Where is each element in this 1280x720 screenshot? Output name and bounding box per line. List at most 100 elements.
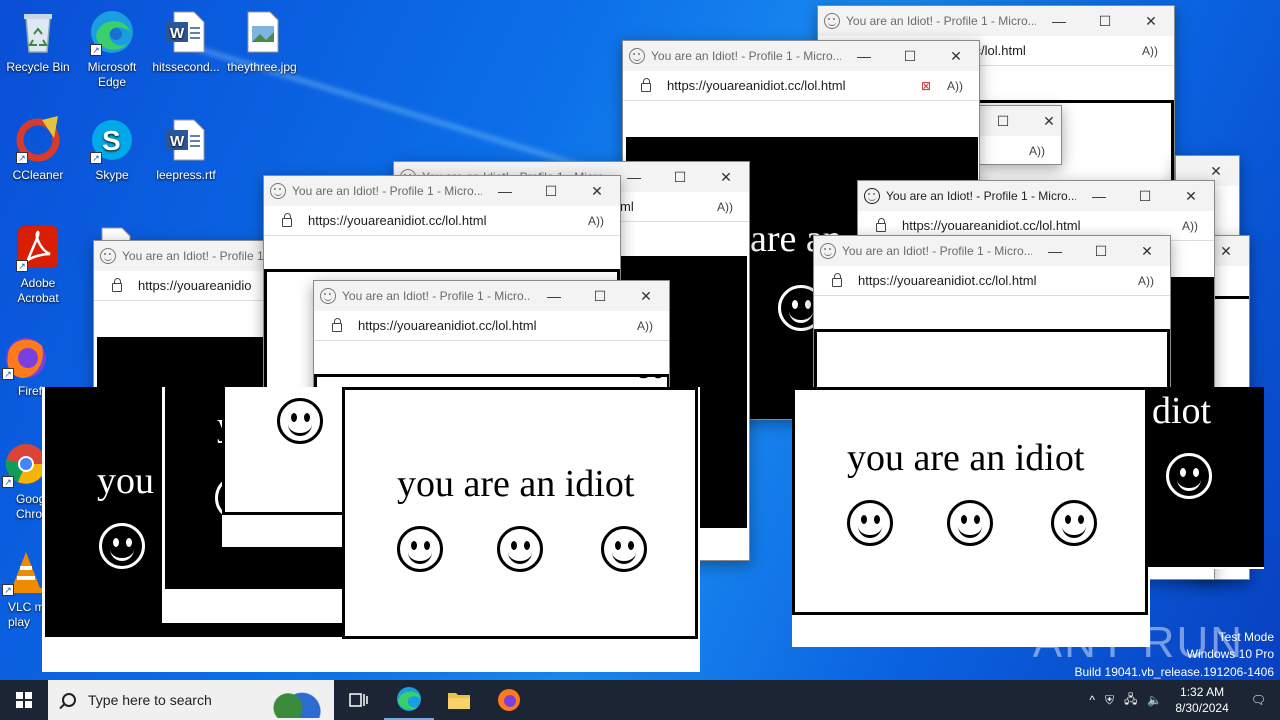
desktop-icon-acrobat[interactable]: ↗ Adobe Acrobat bbox=[0, 224, 76, 306]
browser-page-layer: you are an idiot bbox=[792, 387, 1150, 647]
volume-icon[interactable]: 🔈 bbox=[1142, 693, 1167, 707]
maximize-button[interactable]: ☐ bbox=[1078, 243, 1124, 260]
close-button[interactable]: ✕ bbox=[1128, 13, 1174, 30]
smiley-face-icon bbox=[99, 523, 145, 569]
window-titlebar[interactable]: You are an Idiot! - Profile 1 - Micro...… bbox=[264, 176, 620, 206]
window-titlebar[interactable]: You are an Idiot! - Profile 1 - Micro...… bbox=[818, 6, 1174, 36]
start-button[interactable] bbox=[0, 680, 48, 720]
address-url[interactable]: https://youareanidiot.cc/lol.html bbox=[308, 213, 588, 228]
browser-window[interactable]: You are an Idiot! - Profile 1 - Micro...… bbox=[813, 235, 1171, 395]
address-bar[interactable]: https://youareanidiot.cc/lol.html A)) bbox=[814, 266, 1170, 296]
maximize-button[interactable]: ☐ bbox=[1082, 13, 1128, 30]
desktop-icon-chrome[interactable]: ↗ Goog Chrom bbox=[0, 440, 48, 522]
firefox-icon bbox=[498, 689, 520, 711]
minimize-button[interactable]: — bbox=[1076, 188, 1122, 204]
desktop-icon-label: Recycle Bin bbox=[6, 60, 70, 74]
firefox-icon: ↗ bbox=[0, 332, 48, 380]
address-url[interactable]: ml bbox=[620, 199, 717, 214]
maximize-button[interactable]: ☐ bbox=[577, 288, 623, 305]
lock-icon bbox=[641, 78, 651, 92]
desktop-icon-label: Microsoft Edge bbox=[87, 60, 137, 89]
browser-page-layer bbox=[222, 387, 352, 547]
close-button[interactable]: ✕ bbox=[1124, 243, 1170, 260]
smiley-face-icon bbox=[1166, 453, 1212, 499]
read-aloud-icon[interactable]: A)) bbox=[1029, 144, 1045, 158]
desktop-icon-firefox[interactable]: ↗ Firef bbox=[0, 332, 48, 399]
address-bar[interactable]: https://youareanidiot.cc/lol.html A)) bbox=[314, 311, 669, 341]
desktop-icon-jpg[interactable]: theythree.jpg bbox=[224, 8, 300, 75]
browser-page-layer: you are an idiot bbox=[342, 387, 700, 672]
minimize-button[interactable]: — bbox=[841, 48, 887, 64]
file-explorer-button[interactable] bbox=[434, 680, 484, 720]
desktop-icon-word-doc[interactable]: W hitssecond... bbox=[148, 8, 224, 75]
smiley-favicon-icon bbox=[320, 288, 336, 304]
close-button[interactable]: ✕ bbox=[1168, 188, 1214, 205]
close-button[interactable]: ✕ bbox=[703, 169, 749, 186]
clock[interactable]: 1:32 AM 8/30/2024 bbox=[1167, 684, 1236, 716]
window-title: You are an Idiot! - Profile 1 - Micro... bbox=[846, 14, 1036, 28]
read-aloud-icon[interactable]: A)) bbox=[947, 79, 963, 93]
edge-icon: ↗ bbox=[88, 8, 136, 56]
close-button[interactable]: ✕ bbox=[623, 288, 669, 305]
address-bar[interactable]: https://youareanidiot.cc/lol.html A)) bbox=[264, 206, 620, 236]
read-aloud-icon[interactable]: A)) bbox=[1138, 274, 1154, 288]
idiot-text: you are an idiot bbox=[397, 463, 635, 505]
smiley-favicon-icon bbox=[629, 48, 645, 64]
desktop-icon-edge[interactable]: ↗ Microsoft Edge bbox=[74, 8, 150, 90]
system-tray: ^ ⛨ 🖧 🔈 1:32 AM 8/30/2024 🗨 bbox=[1084, 680, 1280, 720]
close-button[interactable]: ✕ bbox=[574, 183, 620, 200]
window-titlebar[interactable]: ☐ ✕ bbox=[980, 106, 1061, 136]
defender-icon[interactable]: ⛨ bbox=[1100, 693, 1119, 708]
browser-window[interactable]: ☐ ✕ A)) bbox=[980, 105, 1062, 165]
address-url[interactable]: https://youareanidiot.cc/lol.html bbox=[858, 273, 1138, 288]
read-aloud-icon[interactable]: A)) bbox=[717, 200, 733, 214]
search-highlight-image bbox=[260, 684, 330, 718]
read-aloud-icon[interactable]: A)) bbox=[1142, 44, 1158, 58]
window-titlebar[interactable]: You are an Idiot! - Profile 1 - Micro...… bbox=[858, 181, 1214, 211]
desktop-icon-label: Skype bbox=[95, 168, 129, 182]
address-url[interactable]: cc/lol.html bbox=[968, 43, 1142, 58]
read-aloud-icon[interactable]: A)) bbox=[588, 214, 604, 228]
read-aloud-icon[interactable]: A)) bbox=[637, 319, 653, 333]
window-titlebar[interactable]: You are an Idiot! - Profile 1 - Micro...… bbox=[623, 41, 979, 71]
address-url[interactable]: https://youareanidiot.cc/lol.html bbox=[667, 78, 921, 93]
taskbar-search-box[interactable]: Type here to search bbox=[48, 680, 334, 720]
close-button[interactable]: ✕ bbox=[1026, 113, 1061, 130]
window-titlebar[interactable]: You are an Idiot! - Profile 1 - Micro...… bbox=[314, 281, 669, 311]
minimize-button[interactable]: — bbox=[1036, 13, 1082, 29]
blocked-popup-icon[interactable]: ⊠ bbox=[921, 79, 931, 93]
address-url[interactable]: https://youareanidiot.cc/lol.html bbox=[358, 318, 637, 333]
address-url[interactable]: https://youareanidiot.cc/lol.html bbox=[902, 218, 1182, 233]
desktop-icon-vlc[interactable]: ↗ VLC m play bbox=[0, 548, 48, 630]
maximize-button[interactable]: ☐ bbox=[980, 113, 1026, 130]
address-bar[interactable]: https://youareanidiot.cc/lol.html ⊠ A)) bbox=[623, 71, 979, 101]
taskbar-firefox-button[interactable] bbox=[484, 680, 534, 720]
show-hidden-icons-button[interactable]: ^ bbox=[1084, 693, 1100, 707]
minimize-button[interactable]: — bbox=[1032, 243, 1078, 259]
desktop-icon-skype[interactable]: S ↗ Skype bbox=[74, 116, 150, 183]
smiley-face-icon bbox=[1051, 500, 1097, 546]
desktop-icon-recycle-bin[interactable]: Recycle Bin bbox=[0, 8, 76, 75]
window-titlebar[interactable]: You are an Idiot! - Profile 1 - Micro...… bbox=[814, 236, 1170, 266]
close-button[interactable]: ✕ bbox=[1193, 163, 1239, 180]
notifications-icon[interactable]: 🗨 bbox=[1237, 693, 1280, 707]
maximize-button[interactable]: ☐ bbox=[528, 183, 574, 200]
maximize-button[interactable]: ☐ bbox=[887, 48, 933, 65]
taskbar-edge-button[interactable] bbox=[384, 680, 434, 720]
taskbar: Type here to search ^ ⛨ 🖧 🔈 1:32 AM 8/30… bbox=[0, 680, 1280, 720]
read-aloud-icon[interactable]: A)) bbox=[1182, 219, 1198, 233]
idiot-text: you bbox=[97, 460, 154, 502]
desktop-icon-ccleaner[interactable]: ↗ CCleaner bbox=[0, 116, 76, 183]
minimize-button[interactable]: — bbox=[482, 183, 528, 199]
task-view-button[interactable] bbox=[334, 680, 384, 720]
close-button[interactable]: ✕ bbox=[933, 48, 979, 65]
window-title: You are an Idiot! - Profile 1 - Micro... bbox=[342, 289, 531, 303]
maximize-button[interactable]: ☐ bbox=[657, 169, 703, 186]
search-placeholder[interactable]: Type here to search bbox=[88, 692, 212, 708]
smiley-favicon-icon bbox=[270, 183, 286, 199]
minimize-button[interactable]: — bbox=[531, 288, 577, 304]
maximize-button[interactable]: ☐ bbox=[1122, 188, 1168, 205]
network-icon[interactable]: 🖧 bbox=[1119, 690, 1142, 711]
desktop-icon-rtf[interactable]: W leepress.rtf bbox=[148, 116, 224, 183]
address-bar[interactable]: A)) bbox=[980, 136, 1061, 164]
